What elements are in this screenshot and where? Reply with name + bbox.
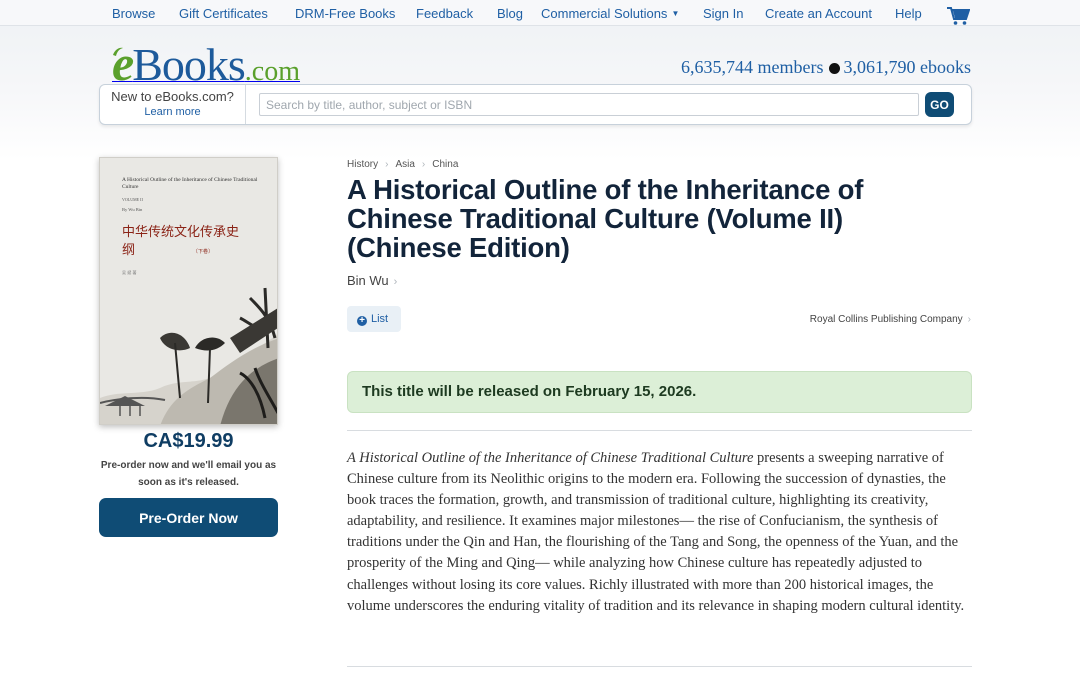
cart-link[interactable] — [946, 6, 971, 26]
nav-commercial-solutions[interactable]: Commercial Solutions ▼ — [541, 6, 679, 21]
logo-e: e — [112, 35, 134, 91]
members-count: 6,635,744 members — [681, 57, 824, 77]
learn-more-link[interactable]: Learn more — [100, 106, 245, 118]
search-bar: New to eBooks.com? Learn more GO — [99, 84, 972, 125]
cover-part: 〔下卷〕 — [193, 249, 214, 255]
nav-help[interactable]: Help — [895, 6, 922, 21]
chevron-right-icon: › — [967, 314, 971, 325]
logo-swoosh-icon — [113, 47, 123, 56]
description-body: presents a sweeping narrative of Chinese… — [347, 450, 965, 614]
author-link[interactable]: Bin Wu › — [347, 273, 397, 288]
nav-sign-in[interactable]: Sign In — [703, 6, 743, 21]
add-to-list-button[interactable]: + List — [347, 306, 401, 332]
logo-books: Books — [132, 39, 246, 90]
cover-title-zh: 中华传统文化传承史纲 — [122, 225, 240, 258]
caret-down-icon: ▼ — [671, 9, 680, 18]
cover-author-en: By Wu Bin — [122, 207, 143, 212]
book-cover[interactable]: A Historical Outline of the Inheritance … — [99, 157, 278, 425]
book-title: A Historical Outline of the Inheritance … — [347, 174, 864, 263]
ebooks-count: 3,061,790 ebooks — [843, 57, 972, 77]
preorder-note: Pre-order now and we'll email you as soo… — [100, 460, 277, 488]
breadcrumb-china[interactable]: China — [432, 159, 458, 170]
cover-title-en: A Historical Outline of the Inheritance … — [122, 177, 258, 190]
nav-commercial-solutions-label: Commercial Solutions — [541, 6, 668, 21]
release-notice: This title will be released on February … — [347, 371, 972, 413]
top-nav: Browse Gift Certificates DRM-Free Books … — [0, 0, 1080, 26]
nav-gift-certificates[interactable]: Gift Certificates — [179, 6, 268, 21]
divider — [347, 430, 972, 431]
nav-feedback[interactable]: Feedback — [416, 6, 473, 21]
cover-volume: VOLUME II — [122, 197, 143, 202]
search-go-button[interactable]: GO — [925, 92, 954, 117]
cover-author-zh: 吴 斌 著 — [122, 270, 137, 275]
divider — [347, 666, 972, 667]
breadcrumb: History › Asia › China — [347, 159, 458, 170]
bullet-dot — [828, 63, 840, 74]
site-stats: 6,635,744 members 3,061,790 ebooks — [681, 57, 971, 78]
price: CA$19.99 — [143, 430, 234, 452]
shopping-cart-icon — [947, 7, 971, 25]
author-name: Bin Wu — [347, 273, 389, 288]
nav-create-account[interactable]: Create an Account — [765, 6, 872, 21]
cover-ink-painting — [100, 287, 277, 424]
plus-circle-icon: + — [357, 315, 367, 326]
search-input[interactable] — [259, 93, 919, 116]
site-logo[interactable]: eBooks.com — [112, 34, 300, 91]
list-label: List — [371, 312, 389, 325]
logo-com: .com — [244, 56, 301, 87]
book-description: A Historical Outline of the Inheritance … — [347, 448, 972, 617]
pre-order-button[interactable]: Pre-Order Now — [99, 498, 278, 537]
publisher-name: Royal Collins Publishing Company — [809, 314, 963, 325]
breadcrumb-asia[interactable]: Asia — [395, 159, 414, 170]
new-user-prompt: New to eBooks.com? Learn more — [100, 85, 246, 124]
nav-blog[interactable]: Blog — [497, 6, 523, 21]
chevron-right-icon: › — [385, 159, 389, 170]
nav-browse[interactable]: Browse — [112, 6, 155, 21]
breadcrumb-history[interactable]: History — [347, 159, 378, 170]
nav-drm-free-books[interactable]: DRM-Free Books — [295, 6, 395, 21]
new-user-question: New to eBooks.com? — [111, 89, 234, 104]
publisher-link[interactable]: Royal Collins Publishing Company › — [810, 314, 971, 325]
description-title: A Historical Outline of the Inheritance … — [347, 450, 754, 466]
chevron-right-icon: › — [393, 276, 398, 288]
chevron-right-icon: › — [421, 159, 426, 170]
